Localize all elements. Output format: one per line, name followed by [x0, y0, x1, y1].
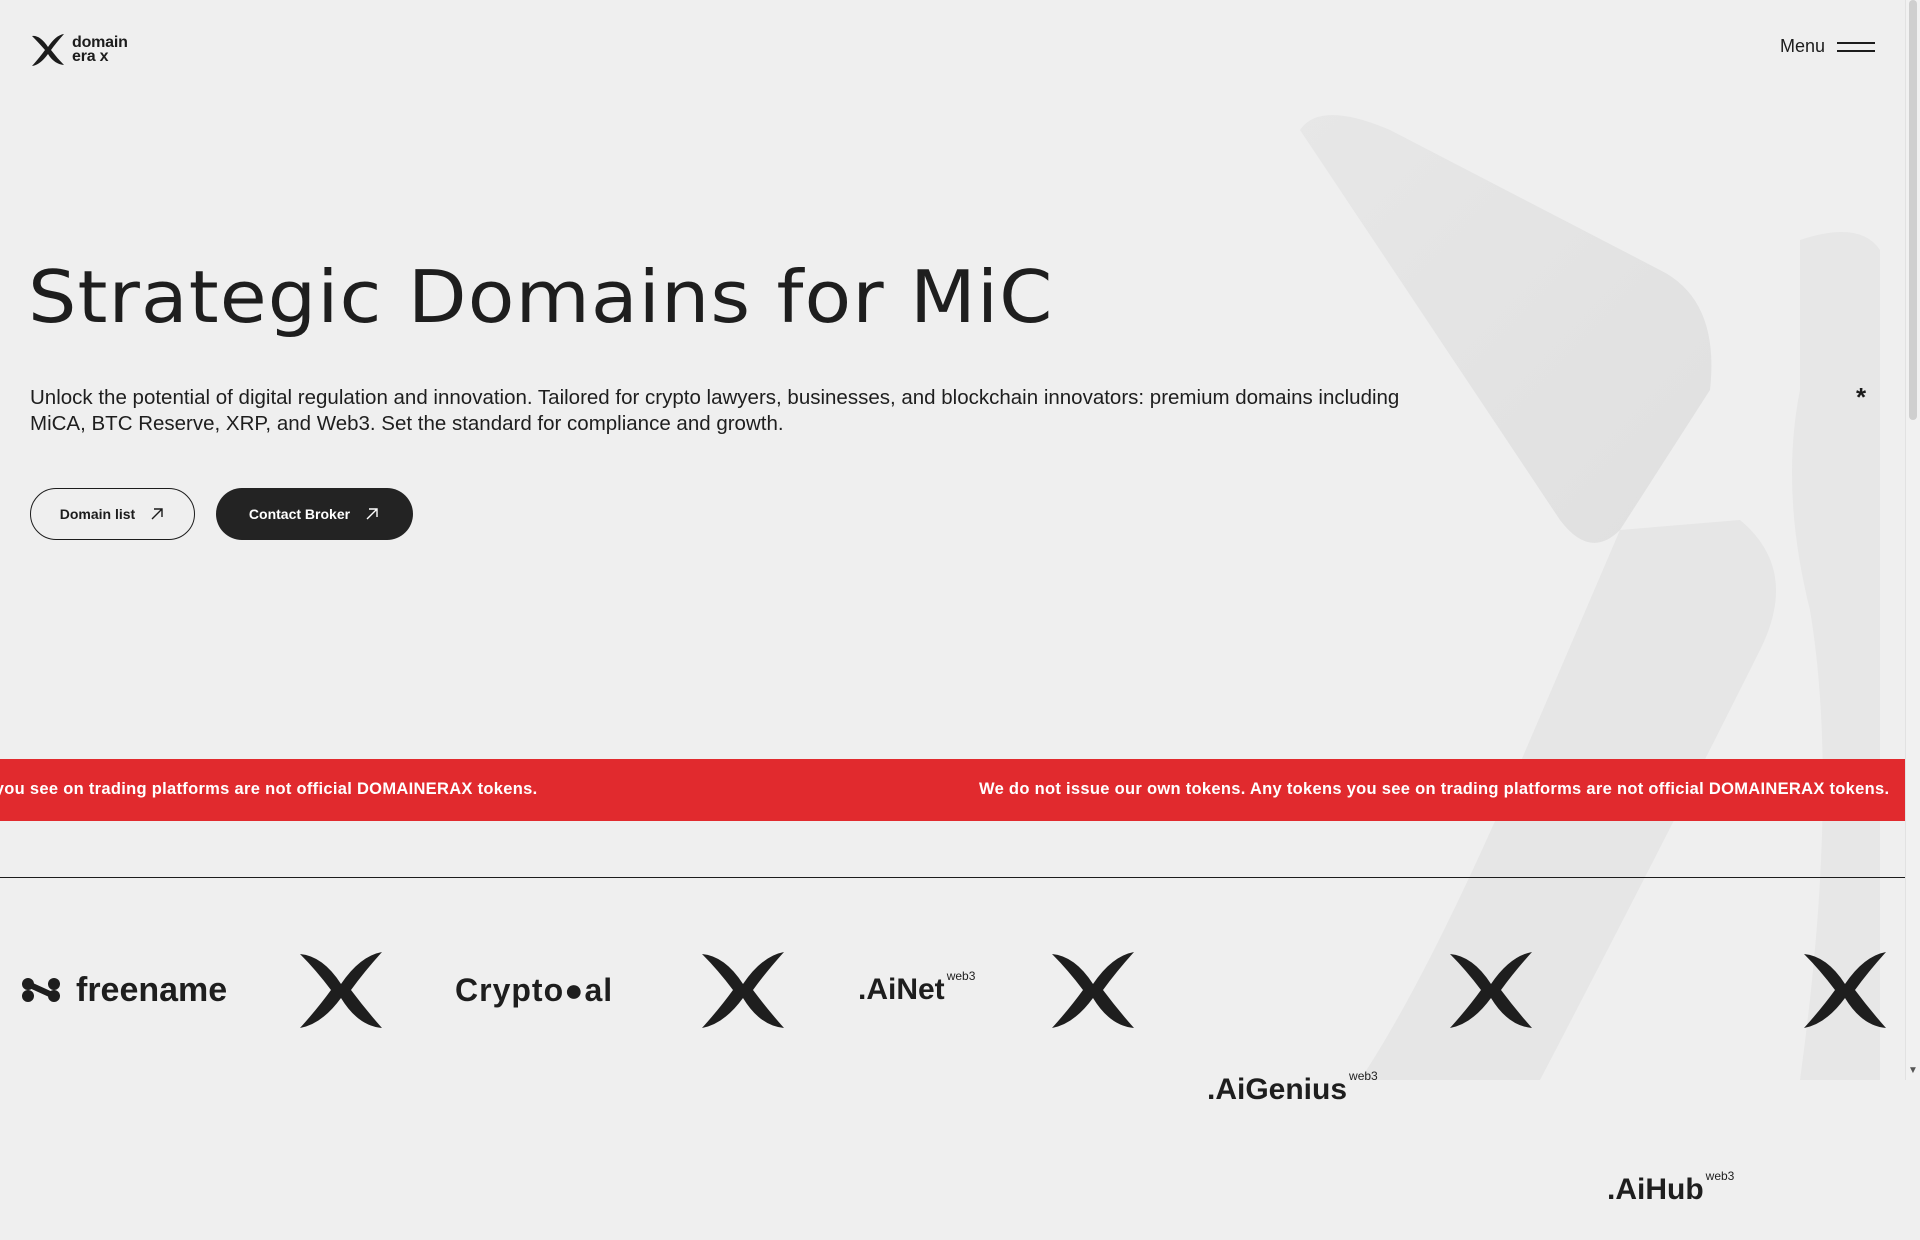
x-logo-icon	[1450, 952, 1532, 1028]
x-logo-icon	[1052, 952, 1134, 1028]
aigenius-logo[interactable]: .AiGenius web3	[1207, 1040, 1920, 1140]
cryptoal-label: Crypto●al	[455, 971, 614, 1008]
x-logo-icon	[300, 952, 382, 1028]
cryptoal-logo[interactable]: Crypto●al	[455, 940, 613, 1040]
x-logo-icon	[1804, 952, 1886, 1028]
brand-logo[interactable]: domain era x	[30, 33, 128, 67]
logo-line-2: era x	[72, 48, 109, 65]
ainet-logo[interactable]: .AiNet web3	[858, 940, 1920, 1040]
arrow-up-right-icon	[366, 508, 378, 520]
hero-title: Strategic Domains for MiC	[28, 255, 1054, 339]
ticker-text: We do not issue our own tokens. Any toke…	[979, 780, 1890, 798]
aihub-logo[interactable]: .AiHub web3	[1607, 1140, 1920, 1240]
freename-icon	[22, 978, 60, 1002]
ainet-label: .AiNet	[858, 973, 945, 1006]
logo-wordmark: domain era x	[72, 35, 128, 65]
scroll-down-icon[interactable]: ▼	[1908, 1065, 1918, 1076]
contact-broker-button[interactable]: Contact Broker	[216, 488, 413, 540]
menu-button[interactable]: Menu	[1780, 36, 1875, 57]
section-divider	[0, 877, 1915, 878]
scrollbar-thumb[interactable]	[1909, 0, 1917, 420]
freename-logo[interactable]: freename	[20, 940, 227, 1040]
web3-tag: web3	[1349, 1069, 1378, 1083]
web3-tag: web3	[1705, 1169, 1735, 1183]
asterisk-icon: *	[1856, 382, 1867, 412]
freename-label: freename	[76, 970, 228, 1009]
x-logo-icon	[32, 34, 64, 66]
token-warning-ticker: kens. Any tokens you see on trading plat…	[0, 759, 1915, 821]
menu-label: Menu	[1779, 36, 1825, 56]
web3-tag: web3	[946, 969, 976, 983]
background-x-shape	[1300, 115, 1880, 1080]
arrow-up-right-icon	[151, 508, 163, 520]
hamburger-icon	[1837, 40, 1875, 54]
ticker-text: kens. Any tokens you see on trading plat…	[0, 780, 538, 798]
x-logo-icon	[702, 952, 784, 1028]
hero-description: Unlock the potential of digital regulati…	[30, 386, 1400, 435]
page-scrollbar[interactable]: ▼	[1905, 0, 1920, 1080]
aigenius-label: .AiGenius	[1207, 1073, 1348, 1106]
domain-list-label: Domain list	[59, 506, 136, 522]
aihub-label: .AiHub	[1607, 1173, 1704, 1206]
contact-broker-label: Contact Broker	[248, 506, 351, 522]
domain-list-button[interactable]: Domain list	[30, 488, 195, 540]
partner-logos-strip: freename Crypto●al .AiNet web3 .AiGenius w…	[0, 940, 1915, 1206]
